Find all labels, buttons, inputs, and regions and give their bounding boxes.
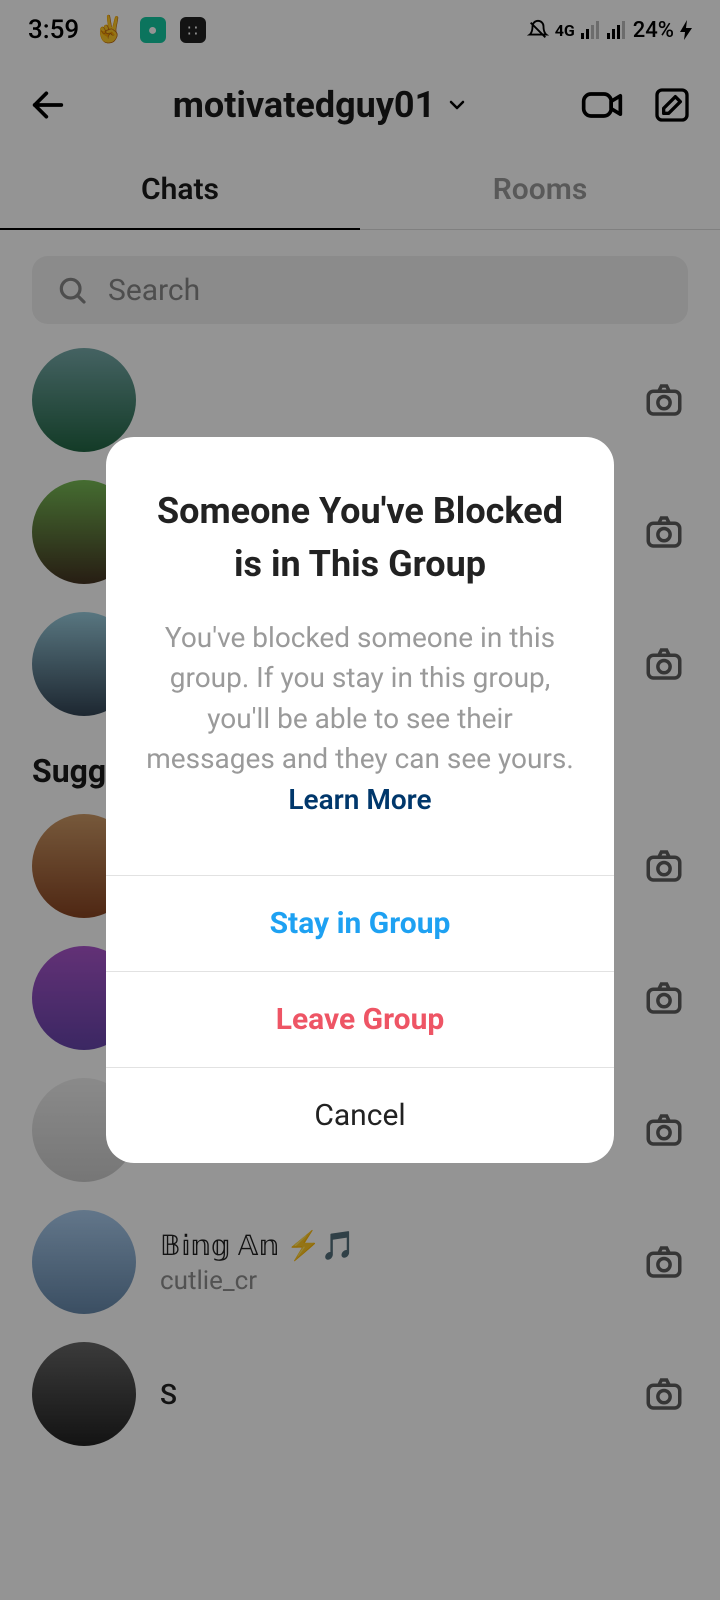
blocked-user-dialog: Someone You've Blocked is in This Group … xyxy=(106,437,614,1162)
dialog-text: You've blocked someone in this group. If… xyxy=(142,618,578,821)
dialog-title: Someone You've Blocked is in This Group xyxy=(142,485,578,589)
dialog-body-text: You've blocked someone in this group. If… xyxy=(146,621,574,776)
dialog-body: Someone You've Blocked is in This Group … xyxy=(106,437,614,874)
leave-group-button[interactable]: Leave Group xyxy=(106,971,614,1067)
cancel-button[interactable]: Cancel xyxy=(106,1067,614,1163)
modal-overlay[interactable]: Someone You've Blocked is in This Group … xyxy=(0,0,720,1600)
stay-in-group-button[interactable]: Stay in Group xyxy=(106,875,614,971)
learn-more-link[interactable]: Learn More xyxy=(288,783,431,816)
